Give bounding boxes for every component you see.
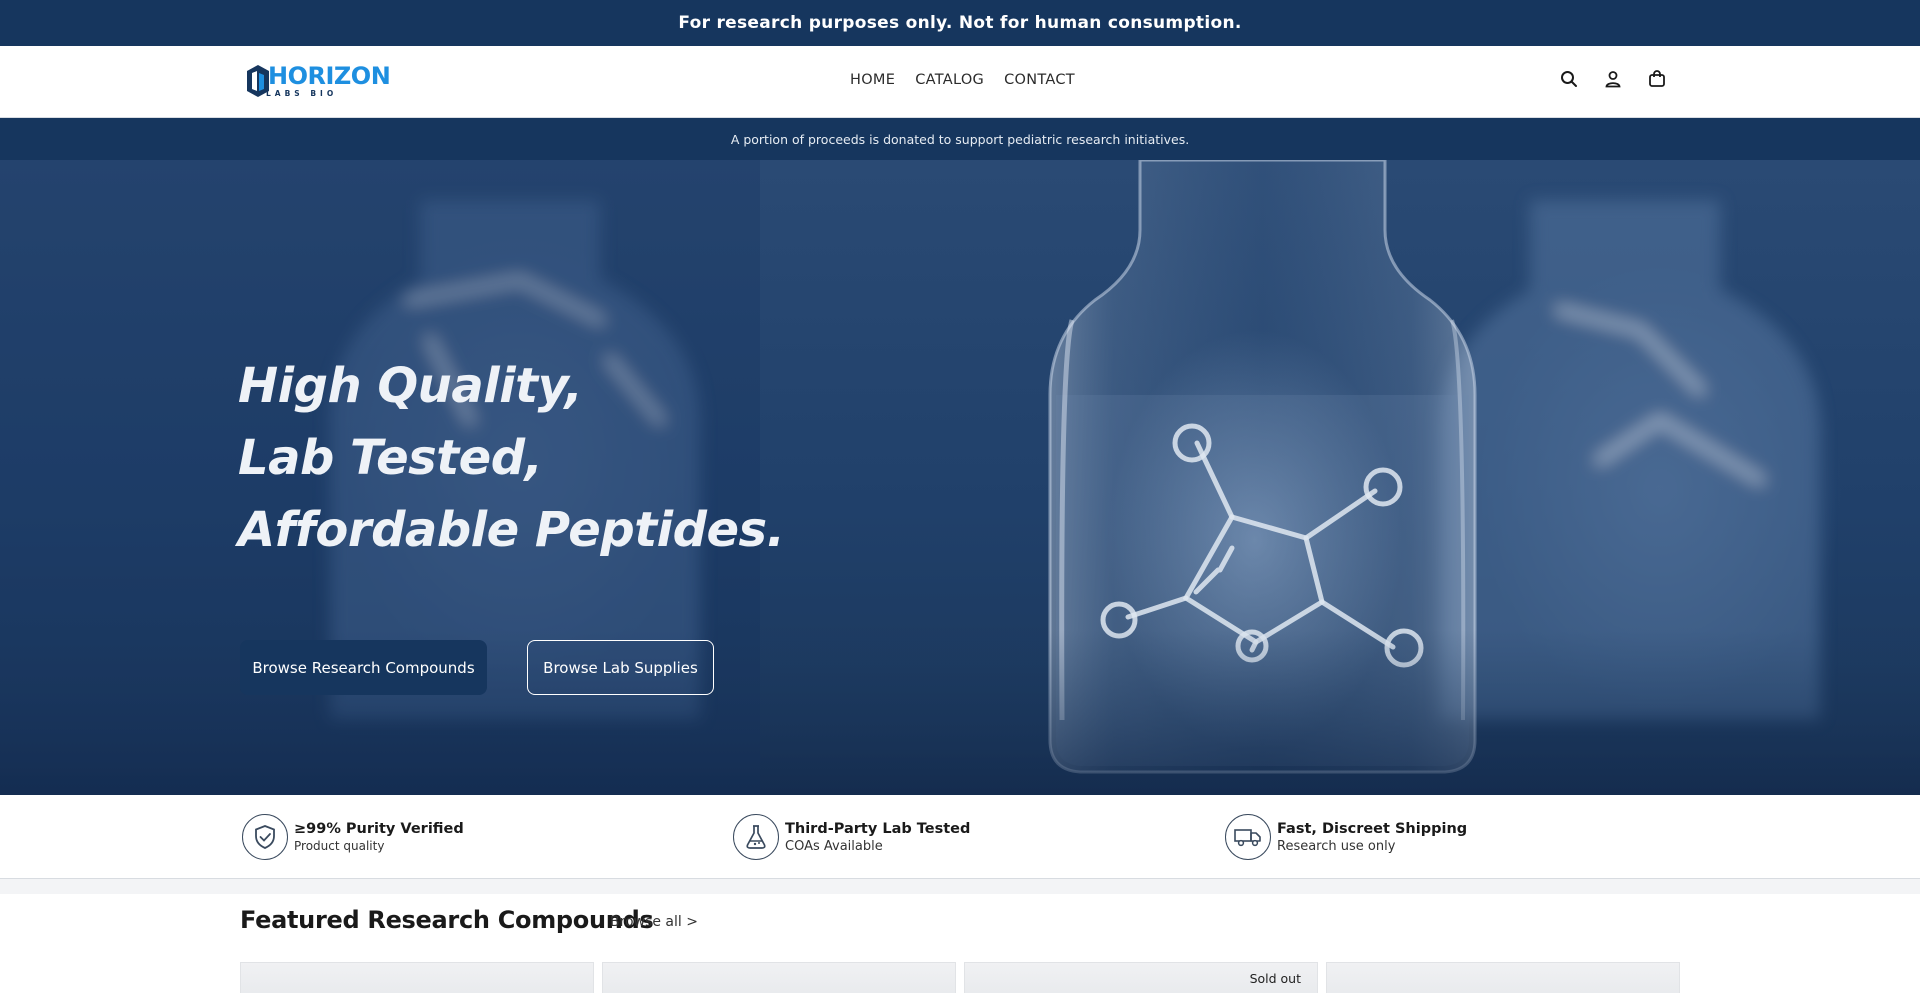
main-nav: HOME CATALOG CONTACT xyxy=(850,72,1075,88)
feature-lab-tested-title: Third-Party Lab Tested xyxy=(785,820,971,837)
donation-text: A portion of proceeds is donated to supp… xyxy=(730,131,1190,147)
nav-contact[interactable]: CONTACT xyxy=(1004,72,1075,88)
donation-banner: A portion of proceeds is donated to supp… xyxy=(0,118,1920,160)
sold-out-badge: Sold out xyxy=(1249,971,1301,986)
search-icon[interactable] xyxy=(1558,68,1580,90)
hero-headline: High Quality, Lab Tested, Affordable Pep… xyxy=(238,350,785,566)
browse-research-compounds-button[interactable]: Browse Research Compounds xyxy=(240,640,487,695)
announcement-text: For research purposes only. Not for huma… xyxy=(678,13,1242,33)
logo-wordmark: HORIZON xyxy=(268,62,391,90)
feature-shipping: Fast, Discreet Shipping Research use onl… xyxy=(1225,814,1467,860)
nav-home[interactable]: HOME xyxy=(850,72,895,88)
product-card[interactable]: Sold out xyxy=(964,962,1318,993)
browse-lab-supplies-button[interactable]: Browse Lab Supplies xyxy=(527,640,714,695)
nav-catalog[interactable]: CATALOG xyxy=(915,72,984,88)
account-icon[interactable] xyxy=(1602,68,1624,90)
product-card[interactable] xyxy=(1326,962,1680,993)
product-card[interactable] xyxy=(602,962,956,993)
hero-line-3: Affordable Peptides. xyxy=(238,502,785,558)
feature-lab-tested: Third-Party Lab Tested COAs Available xyxy=(733,814,970,860)
browse-all-link[interactable]: Browse all > xyxy=(610,914,698,930)
hero-line-2: Lab Tested, xyxy=(238,430,543,486)
announcement-bar: For research purposes only. Not for huma… xyxy=(0,0,1920,46)
feature-shipping-title: Fast, Discreet Shipping xyxy=(1277,820,1468,837)
feature-purity-subtitle: Product quality xyxy=(294,839,385,853)
cart-icon[interactable] xyxy=(1646,68,1668,90)
logo[interactable]: HORIZON LABS BIO xyxy=(246,61,391,103)
header-actions xyxy=(1558,68,1668,90)
flask-icon xyxy=(733,814,779,860)
feature-purity-title: ≥99% Purity Verified xyxy=(294,821,464,837)
feature-shipping-subtitle: Research use only xyxy=(1277,838,1396,854)
truck-icon xyxy=(1225,814,1271,860)
site-header: HORIZON LABS BIO HOME CATALOG CONTACT xyxy=(0,46,1920,118)
feature-strip: ≥99% Purity Verified Product quality Thi… xyxy=(0,795,1920,879)
shield-check-icon xyxy=(242,814,288,860)
logo-tagline: LABS BIO xyxy=(266,89,338,98)
hero: High Quality, Lab Tested, Affordable Pep… xyxy=(0,160,1920,795)
hero-line-1: High Quality, xyxy=(238,358,583,414)
product-card[interactable] xyxy=(240,962,594,993)
feature-lab-tested-subtitle: COAs Available xyxy=(785,838,883,854)
featured-compounds: Featured Research Compounds Browse all >… xyxy=(0,894,1920,993)
feature-purity: ≥99% Purity Verified Product quality xyxy=(242,814,464,860)
section-divider xyxy=(0,879,1920,894)
featured-title: Featured Research Compounds xyxy=(240,906,654,934)
